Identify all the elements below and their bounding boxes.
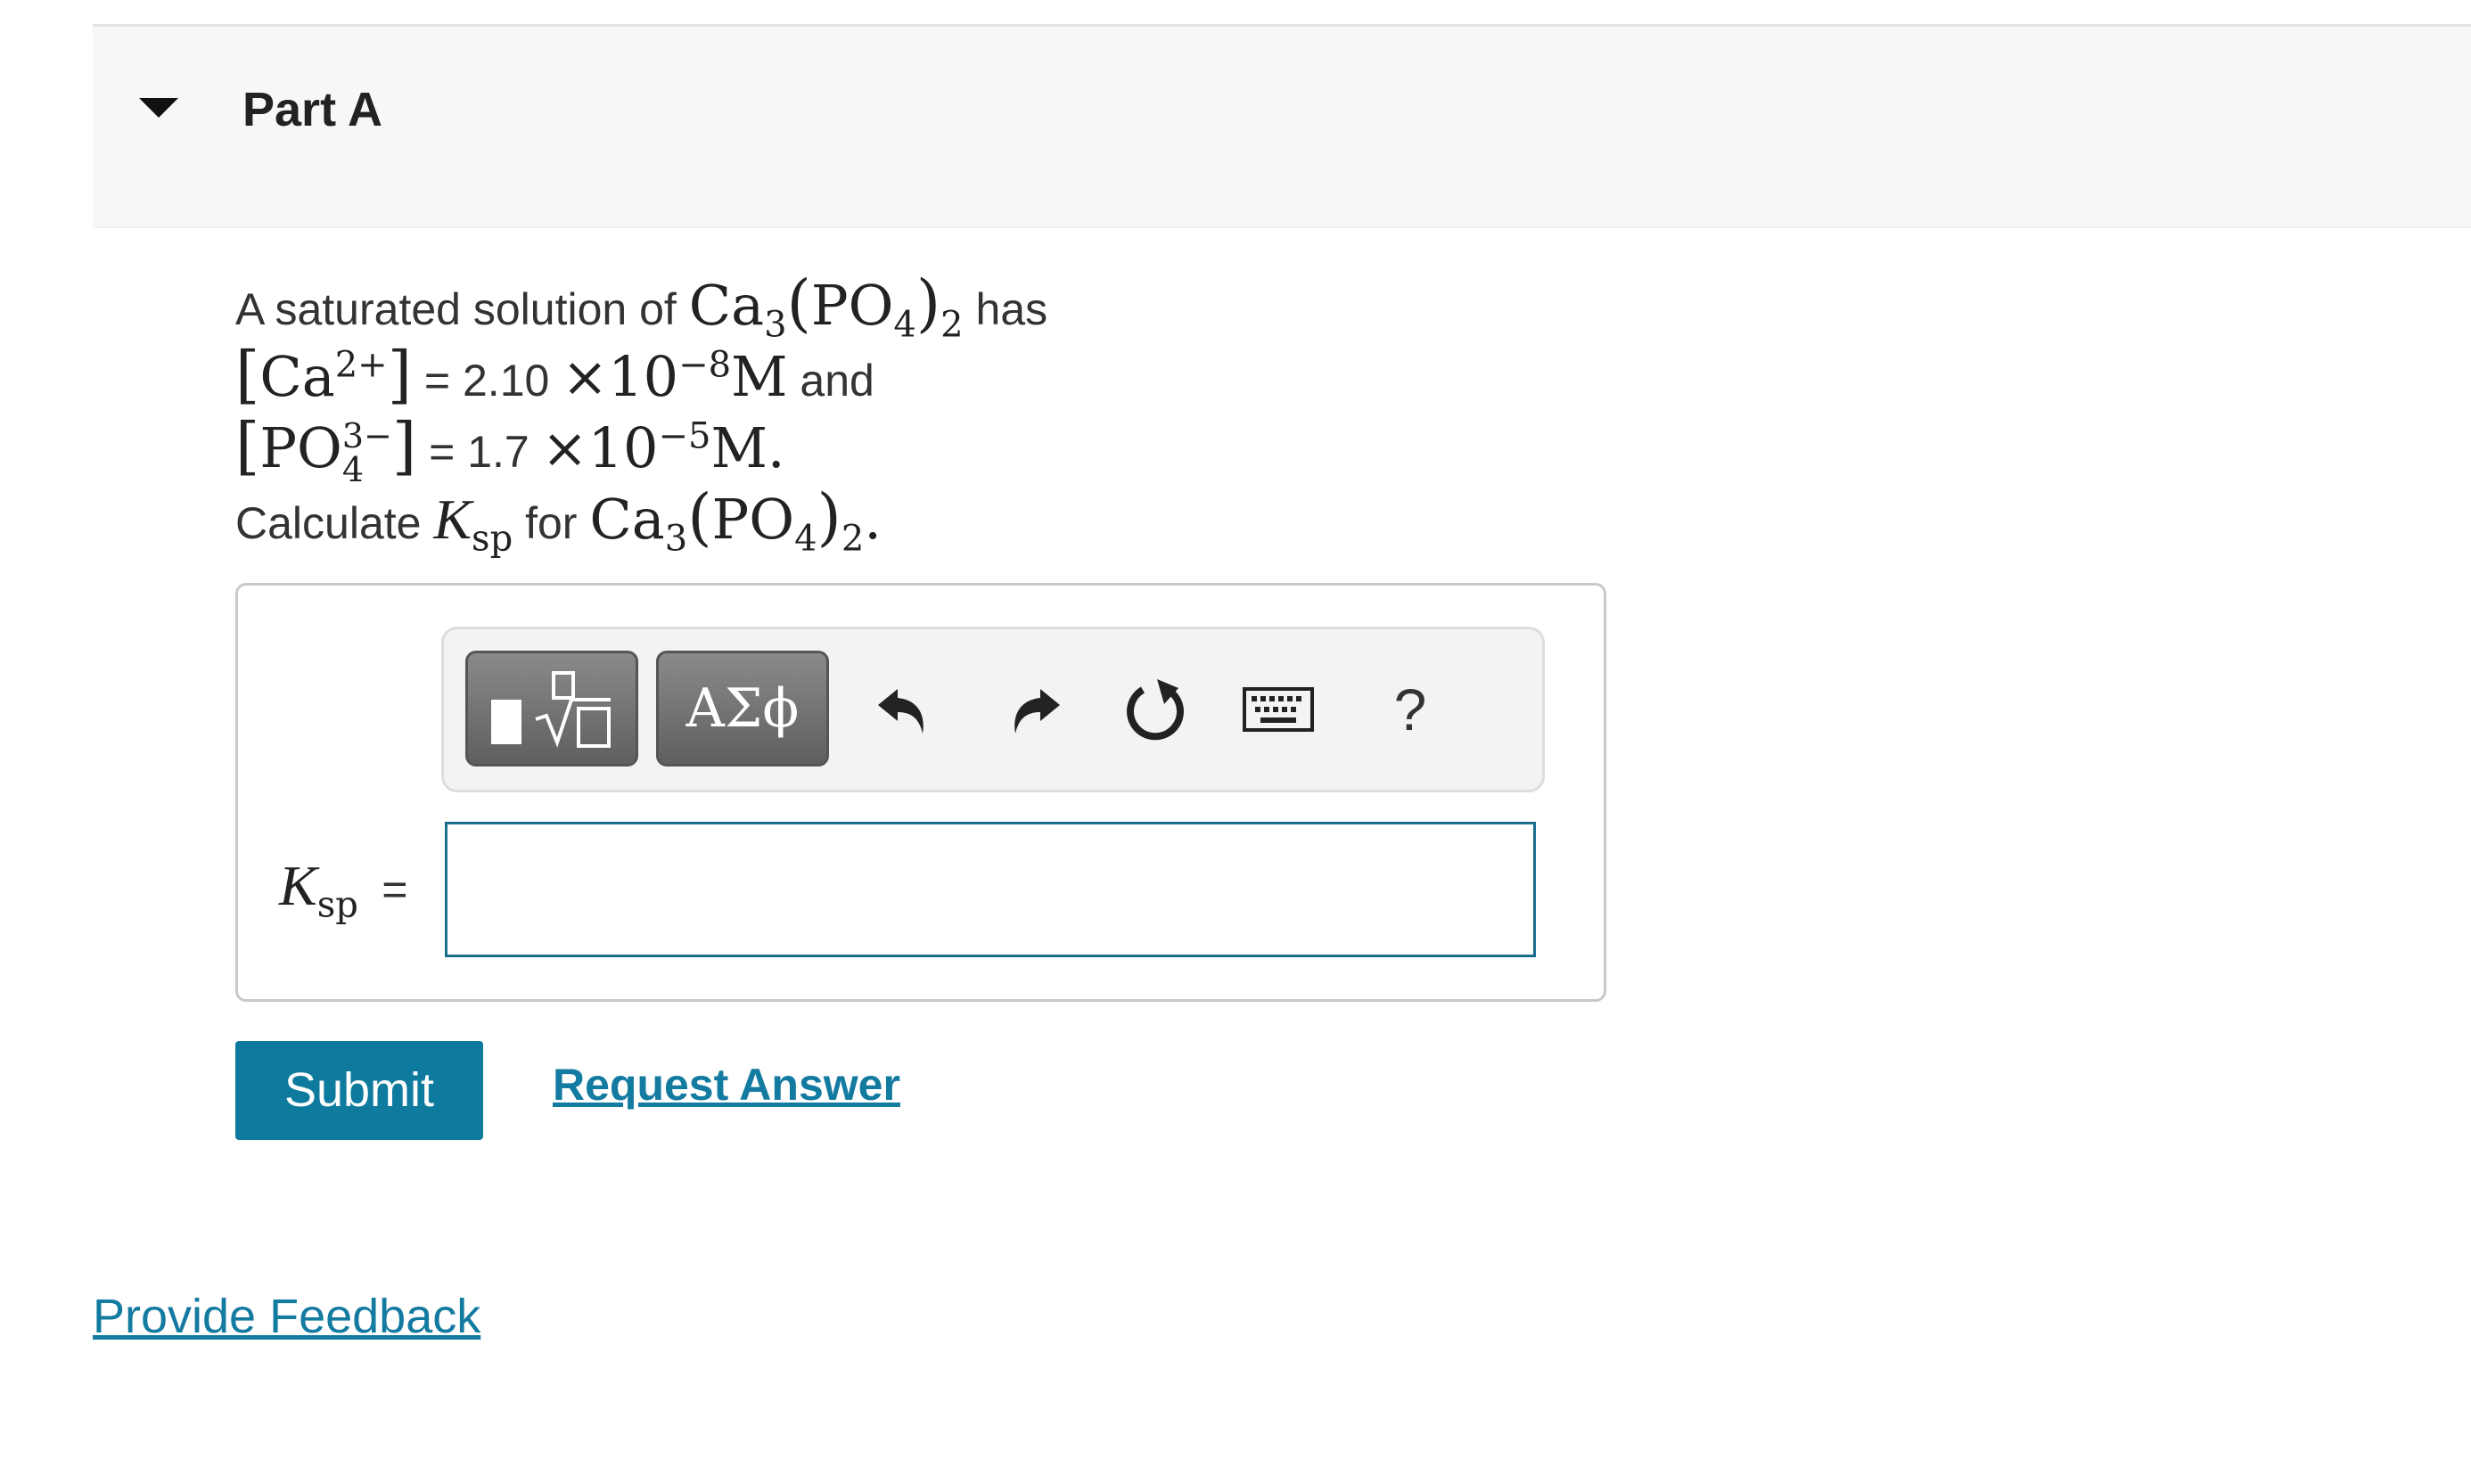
- problem-and-text: and: [800, 356, 874, 406]
- templates-radical-icon: [491, 671, 611, 748]
- undo-button[interactable]: [861, 656, 950, 763]
- problem-statement: A saturated solution of Ca3(PO4)2 has [C…: [235, 266, 1572, 560]
- submit-button[interactable]: Submit: [235, 1041, 483, 1140]
- phosphate-exponent: ×10−5M.: [541, 415, 785, 480]
- request-answer-link[interactable]: Request Answer: [553, 1059, 900, 1111]
- problem-line-2: [Ca2+] = 2.10 ×10−8M and: [235, 339, 1572, 410]
- ksp-answer-label: Ksp =: [279, 853, 408, 926]
- problem-intro-text: A saturated solution of: [235, 284, 677, 334]
- ksp-symbol: Ksp: [433, 488, 513, 560]
- problem-has-text: has: [975, 284, 1048, 334]
- calcium-exponent: ×10−8M: [562, 344, 788, 409]
- redo-arrow-icon: [1014, 689, 1060, 734]
- calcium-ion-concentration: [Ca2+]: [235, 338, 412, 411]
- phosphate-value: = 1.7: [429, 427, 530, 477]
- undo-arrow-icon: [878, 689, 924, 734]
- help-button[interactable]: ?: [1366, 656, 1455, 763]
- keyboard-icon: [1243, 687, 1314, 732]
- collapse-caret-icon[interactable]: [139, 98, 178, 118]
- reset-button[interactable]: [1111, 656, 1200, 763]
- keyboard-button[interactable]: [1234, 656, 1323, 763]
- for-text: for: [525, 498, 578, 548]
- answer-input[interactable]: [445, 822, 1536, 957]
- provide-feedback-link[interactable]: Provide Feedback: [93, 1289, 480, 1344]
- templates-button[interactable]: [465, 651, 638, 767]
- equals-sign: =: [382, 865, 408, 914]
- compound-formula: Ca3(PO4)2: [688, 266, 964, 346]
- problem-line-4: Calculate Ksp for Ca3(PO4)2.: [235, 480, 1572, 560]
- phosphate-ion-concentration: [PO 3− 4]: [235, 409, 417, 489]
- compound-formula-2: Ca3(PO4)2.: [589, 480, 882, 560]
- calculate-text: Calculate: [235, 498, 422, 548]
- reset-circular-arrow-icon: [1127, 679, 1184, 741]
- answer-box: ΑΣϕ ? Ksp =: [235, 583, 1606, 1002]
- redo-button[interactable]: [988, 656, 1077, 763]
- calcium-value: = 2.10: [423, 356, 550, 406]
- problem-line-3: [PO 3− 4] = 1.7 ×10−5M.: [235, 409, 1572, 489]
- math-toolbar: ΑΣϕ ?: [441, 627, 1545, 792]
- problem-line-1: A saturated solution of Ca3(PO4)2 has: [235, 266, 1572, 346]
- greek-symbols-button[interactable]: ΑΣϕ: [656, 651, 829, 767]
- ksp-label-symbol: Ksp: [279, 854, 358, 926]
- part-header[interactable]: [93, 27, 2471, 228]
- part-title: Part A: [242, 83, 383, 136]
